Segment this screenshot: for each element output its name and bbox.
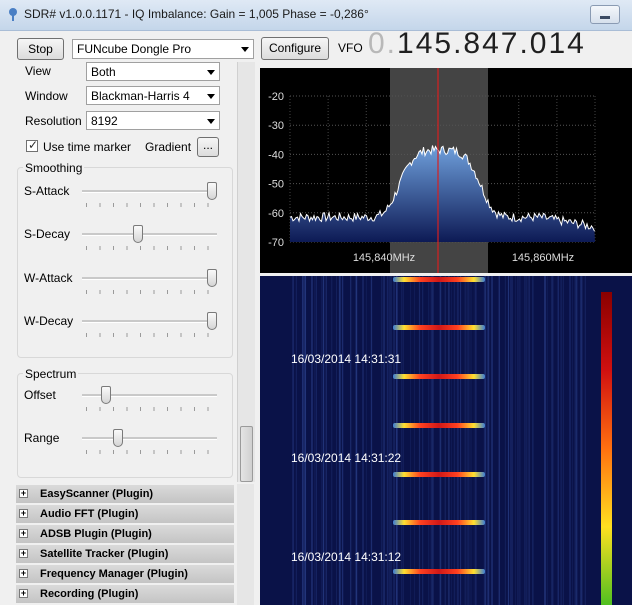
expand-icon[interactable]: + bbox=[19, 489, 28, 498]
app-icon bbox=[9, 8, 17, 21]
window-title: SDR# v1.0.0.1171 - IQ Imbalance: Gain = … bbox=[24, 7, 369, 21]
y-tick-label: -50 bbox=[268, 179, 284, 191]
minimize-icon bbox=[600, 16, 610, 19]
plugin-label: Satellite Tracker (Plugin) bbox=[40, 548, 169, 560]
plugin-label: Audio FFT (Plugin) bbox=[40, 508, 139, 520]
spectrum-analyzer[interactable]: -20 -30 -40 -50 -60 -70 145,840MHz 145,860MHz bbox=[260, 68, 632, 273]
plugin-label: ADSB Plugin (Plugin) bbox=[40, 528, 152, 540]
expand-icon[interactable]: + bbox=[19, 509, 28, 518]
plugin-scrollbar[interactable] bbox=[237, 484, 254, 605]
slider-track[interactable] bbox=[82, 190, 217, 193]
slider-track[interactable] bbox=[82, 277, 217, 280]
vfo-prefix: 0. bbox=[368, 27, 398, 60]
y-tick-label: -60 bbox=[268, 208, 284, 220]
chevron-down-icon bbox=[207, 119, 215, 124]
slider-thumb[interactable] bbox=[207, 182, 217, 200]
slider-ticks bbox=[86, 246, 217, 250]
waterfall-gradient-bar bbox=[601, 292, 612, 605]
slider-ticks bbox=[86, 290, 217, 294]
stop-button[interactable]: Stop bbox=[17, 38, 64, 60]
slider-label: S-Attack bbox=[24, 184, 70, 198]
plugin-label: EasyScanner (Plugin) bbox=[40, 488, 154, 500]
left-panel-scrollbar[interactable] bbox=[237, 62, 255, 482]
slider-track[interactable] bbox=[82, 320, 217, 323]
view-select-value: Both bbox=[91, 65, 116, 79]
chevron-down-icon bbox=[241, 47, 249, 52]
slider-ticks bbox=[86, 407, 217, 411]
scrollbar-thumb[interactable] bbox=[240, 426, 253, 482]
plugin-row[interactable]: + EasyScanner (Plugin) bbox=[16, 484, 234, 503]
chevron-down-icon bbox=[207, 70, 215, 75]
signal-burst bbox=[393, 472, 485, 477]
slider-track[interactable] bbox=[82, 437, 217, 440]
signal-burst bbox=[393, 325, 485, 330]
resolution-label: Resolution bbox=[25, 114, 82, 128]
y-tick-label: -30 bbox=[268, 120, 284, 132]
slider-thumb[interactable] bbox=[133, 225, 144, 243]
plugin-label: Frequency Manager (Plugin) bbox=[40, 568, 188, 580]
plugin-label: Recording (Plugin) bbox=[40, 588, 139, 600]
expand-icon[interactable]: + bbox=[19, 589, 28, 598]
resolution-select[interactable]: 8192 bbox=[86, 111, 220, 130]
view-label: View bbox=[25, 64, 51, 78]
device-select-value: FUNcube Dongle Pro bbox=[77, 42, 192, 56]
device-select[interactable]: FUNcube Dongle Pro bbox=[72, 39, 254, 59]
x-tick-label: 145,840MHz bbox=[353, 252, 415, 264]
time-marker-label: Use time marker bbox=[43, 140, 132, 154]
signal-burst bbox=[393, 277, 485, 282]
slider-thumb[interactable] bbox=[113, 429, 124, 447]
vfo-value: 145.847.014 bbox=[397, 27, 586, 60]
time-marker-checkbox[interactable] bbox=[26, 138, 38, 152]
expand-icon[interactable]: + bbox=[19, 569, 28, 578]
plugin-row[interactable]: + Recording (Plugin) bbox=[16, 584, 234, 603]
waterfall-timestamp: 16/03/2014 14:31:31 bbox=[291, 352, 402, 366]
expand-icon[interactable]: + bbox=[19, 549, 28, 558]
expand-icon[interactable]: + bbox=[19, 529, 28, 538]
slider-ticks bbox=[86, 450, 217, 454]
y-tick-label: -70 bbox=[268, 237, 284, 249]
spectrum-group-title: Spectrum bbox=[23, 367, 79, 381]
vfo-frequency-display[interactable]: 0.145.847.014 bbox=[368, 27, 586, 61]
plugin-row[interactable]: + Audio FFT (Plugin) bbox=[16, 504, 234, 523]
spectrum-fill bbox=[290, 145, 595, 242]
gradient-button[interactable]: ... bbox=[197, 137, 219, 157]
slider-label: S-Decay bbox=[24, 227, 71, 241]
window-label: Window bbox=[25, 89, 68, 103]
slider-track[interactable] bbox=[82, 233, 217, 236]
slider-thumb[interactable] bbox=[207, 312, 217, 330]
vfo-label: VFO bbox=[338, 41, 363, 55]
configure-button[interactable]: Configure bbox=[261, 37, 329, 60]
plugin-row[interactable]: + Frequency Manager (Plugin) bbox=[16, 564, 234, 583]
slider-label: Range bbox=[24, 431, 60, 445]
gradient-label: Gradient bbox=[145, 140, 192, 154]
smoothing-title: Smoothing bbox=[23, 161, 85, 175]
window-select-value: Blackman-Harris 4 bbox=[91, 89, 190, 103]
y-tick-label: -40 bbox=[268, 149, 284, 161]
waterfall-display[interactable]: 16/03/2014 14:31:31 16/03/2014 14:31:22 … bbox=[260, 276, 632, 605]
view-select[interactable]: Both bbox=[86, 62, 220, 81]
slider-label: W-Decay bbox=[24, 314, 74, 328]
plugin-row[interactable]: + Satellite Tracker (Plugin) bbox=[16, 544, 234, 563]
slider-thumb[interactable] bbox=[207, 269, 217, 287]
waterfall-timestamp: 16/03/2014 14:31:22 bbox=[291, 451, 402, 465]
slider-ticks bbox=[86, 203, 217, 207]
slider-label: Offset bbox=[24, 388, 56, 402]
slider-thumb[interactable] bbox=[100, 386, 111, 404]
resolution-select-value: 8192 bbox=[91, 114, 118, 128]
signal-burst bbox=[393, 520, 485, 525]
slider-label: W-Attack bbox=[24, 271, 73, 285]
signal-burst bbox=[393, 423, 485, 428]
slider-ticks bbox=[86, 333, 217, 337]
window-select[interactable]: Blackman-Harris 4 bbox=[86, 86, 220, 105]
waterfall-timestamp: 16/03/2014 14:31:12 bbox=[291, 550, 402, 564]
plugin-row[interactable]: + ADSB Plugin (Plugin) bbox=[16, 524, 234, 543]
chevron-down-icon bbox=[207, 94, 215, 99]
signal-burst bbox=[393, 374, 485, 379]
minimize-button[interactable] bbox=[590, 5, 620, 24]
signal-burst bbox=[393, 569, 485, 574]
x-tick-label: 145,860MHz bbox=[512, 252, 574, 264]
y-tick-label: -20 bbox=[268, 91, 284, 103]
